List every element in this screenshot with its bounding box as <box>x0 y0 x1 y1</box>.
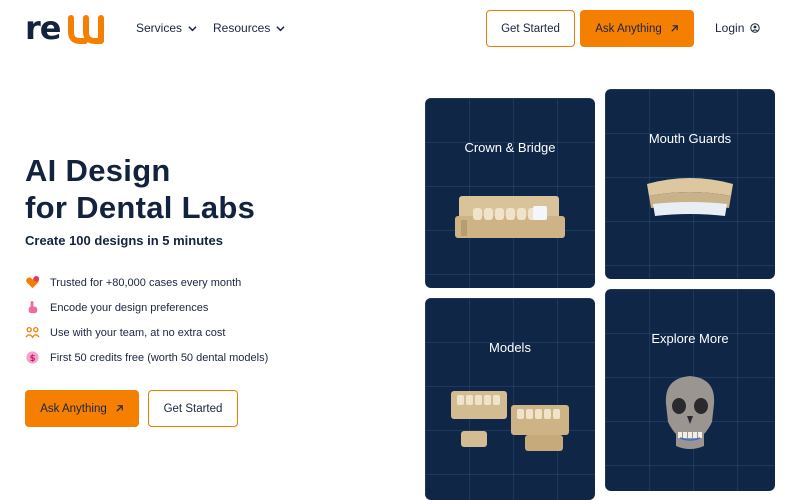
ask-anything-label: Ask Anything <box>40 402 107 415</box>
feature-text: First 50 credits free (worth 50 dental m… <box>50 351 269 364</box>
chevron-down-icon <box>188 25 197 31</box>
hero-title: AI Design for Dental Labs <box>25 152 255 226</box>
nav-services[interactable]: Services <box>136 21 197 35</box>
get-started-label: Get Started <box>501 22 560 35</box>
feature-item: Trusted for +80,000 cases every month <box>25 275 241 290</box>
card-title: Mouth Guards <box>648 131 732 146</box>
nav-services-label: Services <box>136 21 183 35</box>
hero-title-line2: for Dental Labs <box>25 190 256 225</box>
feature-item: Encode your design preferences <box>25 300 208 315</box>
mouth-guard-image <box>647 178 733 216</box>
ask-anything-label: Ask Anything <box>595 22 662 35</box>
hero-subtitle: Create 100 designs in 5 minutes <box>25 233 223 248</box>
login-link[interactable]: Login <box>715 21 761 35</box>
team-icon <box>25 326 40 339</box>
get-started-label: Get Started <box>163 402 223 415</box>
arrow-up-right-icon <box>116 405 123 412</box>
skull-model-image <box>665 376 715 449</box>
header-ask-anything-button[interactable]: Ask Anything <box>580 10 694 47</box>
card-crown-bridge[interactable]: Crown & Bridge <box>425 98 595 288</box>
login-label: Login <box>715 21 745 35</box>
hero-ask-anything-button[interactable]: Ask Anything <box>25 390 139 427</box>
header-get-started-button[interactable]: Get Started <box>486 10 575 47</box>
pointer-hand-icon <box>28 300 38 314</box>
coin-icon: $ <box>26 351 39 364</box>
card-title: Crown & Bridge <box>464 140 556 155</box>
card-title: Explore More <box>651 331 729 346</box>
feature-text: Encode your design preferences <box>50 301 209 314</box>
dental-models-image <box>451 391 569 451</box>
feature-text: Trusted for +80,000 cases every month <box>50 276 242 289</box>
user-icon <box>750 23 761 33</box>
chevron-down-icon <box>276 25 285 31</box>
crown-bridge-model-image <box>455 196 565 238</box>
hero-get-started-button[interactable]: Get Started <box>148 390 238 427</box>
svg-text:$: $ <box>30 353 36 363</box>
feature-item: $ First 50 credits free (worth 50 dental… <box>25 350 268 365</box>
svg-text:re: re <box>25 12 61 44</box>
nav-resources[interactable]: Resources <box>213 21 285 35</box>
feature-text: Use with your team, at no extra cost <box>50 326 226 339</box>
card-mouth-guards[interactable]: Mouth Guards <box>605 89 775 279</box>
relu-logo[interactable]: re <box>25 12 105 44</box>
card-explore-more[interactable]: Explore More <box>605 289 775 491</box>
card-title: Models <box>489 340 531 355</box>
nav-resources-label: Resources <box>213 21 271 35</box>
heart-badge-icon <box>26 275 40 289</box>
arrow-up-right-icon <box>671 25 678 32</box>
card-models[interactable]: Models <box>425 298 595 500</box>
feature-item: Use with your team, at no extra cost <box>25 325 225 340</box>
hero-title-line1: AI Design <box>25 153 171 188</box>
